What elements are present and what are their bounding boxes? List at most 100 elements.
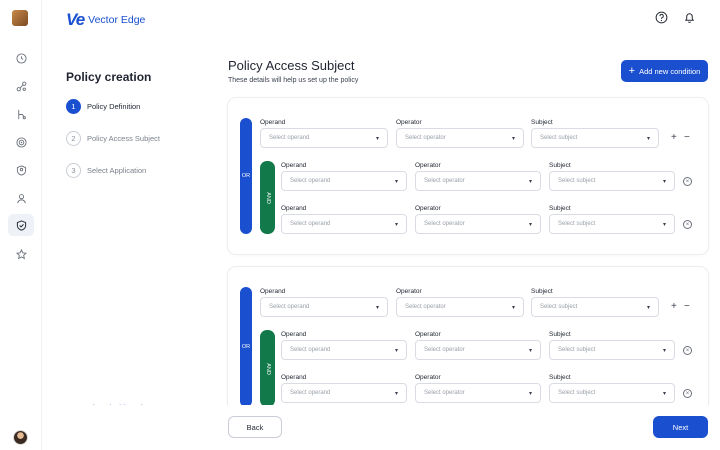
- remove-condition-icon[interactable]: ×: [683, 389, 692, 398]
- bell-icon[interactable]: [683, 11, 697, 25]
- or-connector: OR: [240, 118, 252, 234]
- add-row-button[interactable]: +: [671, 302, 677, 312]
- operator-placeholder: Select operator: [424, 178, 465, 184]
- page-subtitle: These details will help us set up the po…: [228, 77, 359, 84]
- step-label: Policy Access Subject: [87, 134, 160, 143]
- user-avatar[interactable]: [13, 430, 28, 445]
- operator-placeholder: Select operator: [405, 135, 446, 141]
- step-policy-access-subject[interactable]: 2 Policy Access Subject: [66, 131, 160, 146]
- and-connector: AND: [260, 161, 275, 234]
- operator-label: Operator: [396, 119, 422, 126]
- subject-select[interactable]: Select subject ▾: [531, 297, 659, 317]
- operator-label: Operator: [415, 374, 441, 381]
- remove-condition-icon[interactable]: ×: [683, 177, 692, 186]
- plus-icon: +: [628, 64, 636, 77]
- brand[interactable]: Ve Vector Edge: [66, 10, 145, 30]
- subject-label: Subject: [549, 331, 571, 338]
- subject-label: Subject: [549, 205, 571, 212]
- operand-placeholder: Select operand: [290, 347, 331, 353]
- operator-select[interactable]: Select operator ▾: [415, 214, 541, 234]
- target-icon[interactable]: [14, 135, 28, 149]
- subject-select[interactable]: Select subject ▾: [549, 171, 675, 191]
- shield-check-icon[interactable]: [8, 214, 34, 236]
- operator-select[interactable]: Select operator ▾: [415, 340, 541, 360]
- next-button[interactable]: Next: [653, 416, 708, 438]
- remove-condition-icon[interactable]: ×: [683, 346, 692, 355]
- operand-placeholder: Select operand: [290, 221, 331, 227]
- operator-placeholder: Select operator: [424, 347, 465, 353]
- operand-placeholder: Select operand: [269, 304, 310, 310]
- operator-select[interactable]: Select operator ▾: [415, 171, 541, 191]
- caret-down-icon: ▾: [375, 136, 379, 142]
- caret-down-icon: ▾: [511, 305, 515, 311]
- or-label: OR: [241, 344, 251, 350]
- or-label: OR: [241, 173, 251, 179]
- operator-placeholder: Select operator: [424, 221, 465, 227]
- operator-select[interactable]: Select operator ▾: [396, 297, 524, 317]
- subject-select[interactable]: Select subject ▾: [531, 128, 659, 148]
- operand-label: Operand: [281, 162, 307, 169]
- operand-select[interactable]: Select operand ▾: [260, 297, 388, 317]
- remove-condition-icon[interactable]: ×: [683, 220, 692, 229]
- subject-placeholder: Select subject: [558, 221, 596, 227]
- operand-select[interactable]: Select operand ▾: [281, 340, 407, 360]
- operand-label: Operand: [281, 331, 307, 338]
- condition-card: OR Operand Operator Subject Select opera…: [228, 98, 708, 254]
- caret-down-icon: ▾: [375, 305, 379, 311]
- subject-label: Subject: [531, 119, 553, 126]
- caret-down-icon: ▾: [662, 348, 666, 354]
- clock-icon[interactable]: [14, 51, 28, 65]
- and-label: AND: [264, 191, 271, 204]
- operand-label: Operand: [260, 119, 286, 126]
- subject-label: Subject: [531, 288, 553, 295]
- operand-placeholder: Select operand: [269, 135, 310, 141]
- step-policy-definition[interactable]: 1 Policy Definition: [66, 99, 140, 114]
- and-label: AND: [264, 362, 271, 375]
- and-connector: AND: [260, 330, 275, 407]
- subject-select[interactable]: Select subject ▾: [549, 340, 675, 360]
- operand-select[interactable]: Select operand ▾: [281, 383, 407, 403]
- sidebar-title: Policy creation: [66, 70, 152, 84]
- step-select-application[interactable]: 3 Select Application: [66, 163, 146, 178]
- operand-select[interactable]: Select operand ▾: [281, 171, 407, 191]
- workspace-logo[interactable]: [12, 10, 28, 26]
- remove-row-button[interactable]: −: [684, 133, 690, 143]
- caret-down-icon: ▾: [528, 179, 532, 185]
- back-button[interactable]: Back: [228, 416, 282, 438]
- page-title: Policy Access Subject: [228, 58, 355, 73]
- operator-label: Operator: [415, 205, 441, 212]
- operator-select[interactable]: Select operator ▾: [415, 383, 541, 403]
- subject-select[interactable]: Select subject ▾: [549, 214, 675, 234]
- help-icon[interactable]: [655, 11, 669, 25]
- operator-select[interactable]: Select operator ▾: [396, 128, 524, 148]
- subject-select[interactable]: Select subject ▾: [549, 383, 675, 403]
- operator-label: Operator: [415, 162, 441, 169]
- operand-placeholder: Select operand: [290, 390, 331, 396]
- shield-user-icon[interactable]: [14, 163, 28, 177]
- add-row-button[interactable]: +: [671, 133, 677, 143]
- caret-down-icon: ▾: [528, 391, 532, 397]
- brand-name: Vector Edge: [88, 14, 146, 26]
- user-icon[interactable]: [14, 191, 28, 205]
- remove-row-button[interactable]: −: [684, 302, 690, 312]
- operand-placeholder: Select operand: [290, 178, 331, 184]
- step-label: Policy Definition: [87, 102, 141, 111]
- subject-placeholder: Select subject: [540, 304, 578, 310]
- operand-label: Operand: [281, 205, 307, 212]
- operator-label: Operator: [396, 288, 422, 295]
- branch-icon[interactable]: [14, 107, 28, 121]
- step-number: 3: [66, 163, 81, 178]
- nodes-icon[interactable]: [14, 79, 28, 93]
- caret-down-icon: ▾: [662, 391, 666, 397]
- operator-placeholder: Select operator: [405, 304, 446, 310]
- subject-placeholder: Select subject: [558, 178, 596, 184]
- brand-mark: Ve: [66, 10, 85, 29]
- subject-label: Subject: [549, 374, 571, 381]
- operand-label: Operand: [260, 288, 286, 295]
- operand-select[interactable]: Select operand ▾: [281, 214, 407, 234]
- caret-down-icon: ▾: [394, 348, 398, 354]
- operand-select[interactable]: Select operand ▾: [260, 128, 388, 148]
- subject-label: Subject: [549, 162, 571, 169]
- star-icon[interactable]: [14, 247, 28, 261]
- add-new-condition-button[interactable]: + Add new condition: [621, 60, 708, 82]
